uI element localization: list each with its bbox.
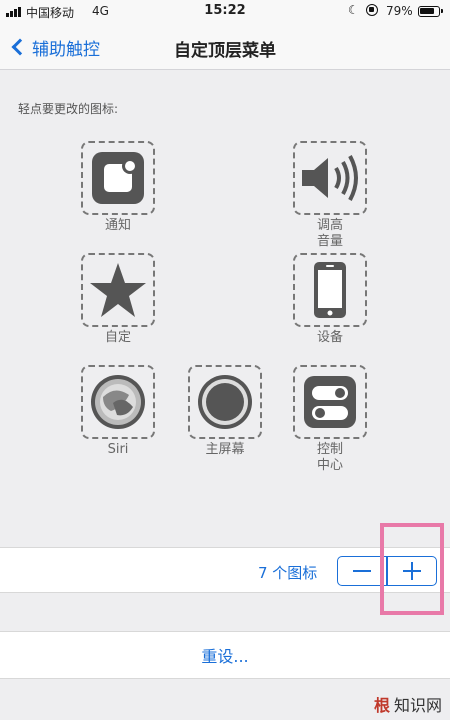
slot-label: 调高 音量 — [316, 218, 343, 249]
minus-icon — [353, 570, 372, 572]
menu-slot-volume-up[interactable] — [293, 141, 367, 215]
icon-count-label: 7 个图标 — [258, 564, 318, 582]
reset-row: 重设... — [0, 631, 450, 679]
highlight-annotation — [380, 523, 444, 615]
slot-label: 控制 中心 — [316, 442, 343, 473]
notification-icon — [92, 152, 144, 204]
slot-label: 自定 — [104, 330, 131, 345]
siri-icon — [91, 375, 145, 429]
volume-up-icon — [302, 155, 358, 201]
menu-slot-siri[interactable] — [81, 365, 155, 439]
menu-slot-custom[interactable] — [81, 253, 155, 327]
slot-label: 主屏幕 — [205, 442, 245, 457]
slot-label: Siri — [107, 442, 129, 457]
decrement-button[interactable] — [338, 557, 386, 585]
device-icon — [314, 262, 346, 318]
status-bar: 中国移动 4G 15:22 ☾ 79% — [0, 0, 450, 24]
battery-percent: 79% — [386, 4, 413, 18]
watermark: 根 知识网 — [374, 692, 442, 716]
menu-slot-device[interactable] — [293, 253, 367, 327]
orientation-lock-icon — [366, 4, 378, 16]
status-time: 15:22 — [204, 3, 246, 18]
slot-label: 通知 — [104, 218, 131, 233]
battery-icon — [418, 6, 443, 17]
star-icon — [90, 263, 146, 317]
page-title: 自定顶层菜单 — [174, 41, 276, 61]
watermark-logo: 根 — [373, 696, 390, 715]
section-label: 轻点要更改的图标: — [18, 102, 119, 116]
home-button-icon — [198, 375, 252, 429]
slot-label: 设备 — [316, 330, 343, 345]
do-not-disturb-icon: ☾ — [348, 3, 359, 17]
menu-slot-home[interactable] — [188, 365, 262, 439]
reset-button[interactable]: 重设... — [201, 643, 248, 667]
menu-slot-notification[interactable] — [81, 141, 155, 215]
watermark-text: 知识网 — [393, 696, 442, 715]
control-center-icon — [304, 376, 356, 428]
menu-slot-control-center[interactable] — [293, 365, 367, 439]
navigation-bar: 辅助触控 自定顶层菜单 — [0, 24, 450, 70]
